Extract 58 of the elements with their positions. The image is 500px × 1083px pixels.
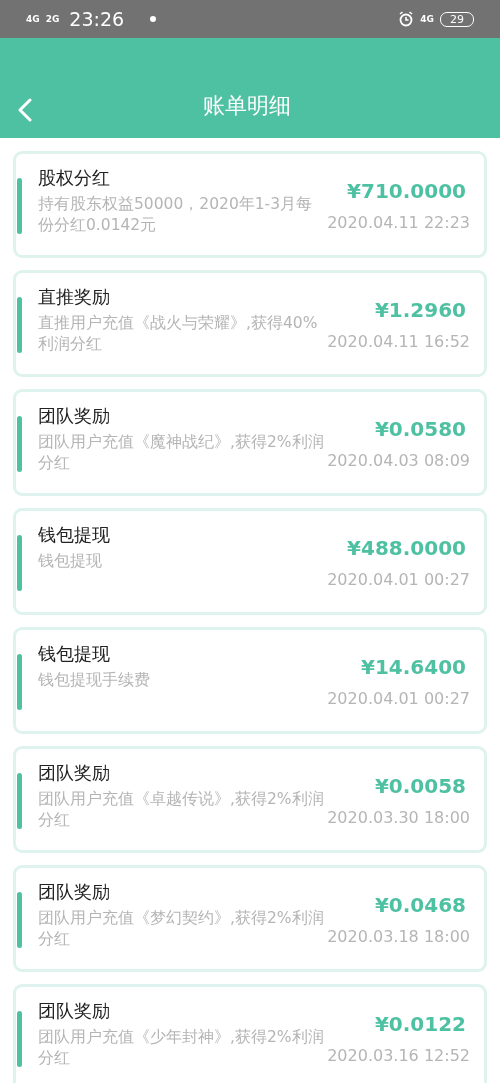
record-card[interactable]: 团队奖励 团队用户充值《魔神战纪》,获得2%利润分红 ¥0.0580 2020.04.03 08:09	[13, 389, 487, 496]
record-amount: ¥0.0580	[374, 417, 466, 441]
record-time: 2020.04.11 22:23	[327, 213, 470, 232]
alarm-icon	[398, 11, 415, 27]
accent-bar	[17, 891, 22, 948]
signal-label: 4G	[26, 14, 40, 24]
notification-dot	[150, 16, 157, 22]
record-description: 团队用户充值《少年封神》,获得2%利润分红	[38, 1027, 325, 1069]
record-amount: ¥0.0058	[374, 774, 466, 798]
record-card[interactable]: 直推奖励 直推用户充值《战火与荣耀》,获得40%利润分红 ¥1.2960 2020.04.11 16:52	[13, 270, 487, 377]
record-amount: ¥0.0468	[374, 893, 466, 917]
clock-time: 23:26	[69, 8, 125, 30]
record-card[interactable]: 团队奖励 团队用户充值《少年封神》,获得2%利润分红 ¥0.0122 2020.03.16 12:52	[13, 984, 487, 1083]
record-card[interactable]: 钱包提现 钱包提现手续费 ¥14.6400 2020.04.01 00:27	[13, 627, 487, 734]
record-amount: ¥14.6400	[361, 655, 466, 679]
network-label: 4G	[420, 14, 434, 24]
accent-bar	[17, 653, 22, 710]
record-card[interactable]: 钱包提现 钱包提现 ¥488.0000 2020.04.01 00:27	[13, 508, 487, 615]
record-card[interactable]: 团队奖励 团队用户充值《卓越传说》,获得2%利润分红 ¥0.0058 2020.03.30 18:00	[13, 746, 487, 853]
record-description: 团队用户充值《卓越传说》,获得2%利润分红	[38, 789, 325, 831]
record-time: 2020.04.11 16:52	[327, 332, 470, 351]
page-title: 账单明细	[202, 92, 292, 120]
record-time: 2020.04.01 00:27	[327, 689, 470, 708]
record-title: 股权分红	[38, 166, 111, 190]
record-title: 团队奖励	[38, 404, 111, 428]
accent-bar	[17, 177, 22, 234]
record-card[interactable]: 股权分红 持有股东权益50000，2020年1-3月每份分红0.0142元 ¥710.0000 2020.04.11 22:23	[13, 151, 487, 258]
record-time: 2020.03.16 12:52	[327, 1046, 470, 1065]
record-amount: ¥0.0122	[374, 1012, 466, 1036]
accent-bar	[17, 296, 22, 353]
record-description: 持有股东权益50000，2020年1-3月每份分红0.0142元	[38, 194, 314, 236]
record-description: 团队用户充值《魔神战纪》,获得2%利润分红	[38, 432, 325, 474]
accent-bar	[17, 1010, 22, 1067]
record-title: 团队奖励	[38, 880, 111, 904]
record-time: 2020.04.01 00:27	[327, 570, 470, 589]
record-time: 2020.03.18 18:00	[327, 927, 470, 946]
record-time: 2020.04.03 08:09	[327, 451, 470, 470]
record-title: 钱包提现	[38, 523, 111, 547]
accent-bar	[17, 534, 22, 591]
record-title: 团队奖励	[38, 761, 111, 785]
battery-level: 29	[440, 11, 474, 27]
accent-bar	[17, 415, 22, 472]
record-card[interactable]: 团队奖励 团队用户充值《梦幻契约》,获得2%利润分红 ¥0.0468 2020.03.18 18:00	[13, 865, 487, 972]
signal-label: 2G	[45, 14, 60, 24]
record-amount: ¥710.0000	[347, 179, 466, 203]
record-title: 直推奖励	[38, 285, 111, 309]
record-description: 钱包提现	[38, 551, 103, 572]
record-amount: ¥488.0000	[347, 536, 466, 560]
record-description: 直推用户充值《战火与荣耀》,获得40%利润分红	[38, 313, 319, 355]
record-description: 钱包提现手续费	[38, 670, 151, 691]
record-amount: ¥1.2960	[374, 298, 466, 322]
accent-bar	[17, 772, 22, 829]
record-title: 钱包提现	[38, 642, 111, 666]
back-icon	[18, 98, 32, 122]
record-time: 2020.03.30 18:00	[327, 808, 470, 827]
record-title: 团队奖励	[38, 999, 111, 1023]
back-button[interactable]	[18, 98, 32, 122]
record-description: 团队用户充值《梦幻契约》,获得2%利润分红	[38, 908, 325, 950]
